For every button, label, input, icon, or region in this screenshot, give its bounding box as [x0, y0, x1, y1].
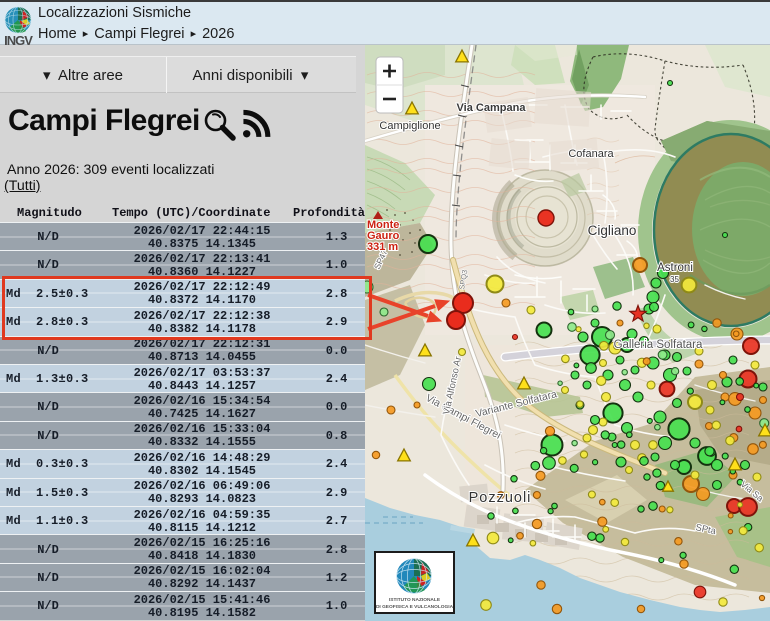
svg-text:Via Campana: Via Campana	[457, 102, 527, 114]
svg-text:DI GEOFISICA E VULCANOLOGIA: DI GEOFISICA E VULCANOLOGIA	[376, 604, 454, 610]
svg-text:Galleria Solfatara: Galleria Solfatara	[614, 339, 703, 351]
svg-text:INGV: INGV	[4, 33, 33, 46]
svg-text:35: 35	[670, 275, 679, 284]
svg-text:Campiglione: Campiglione	[379, 120, 440, 132]
svg-text:ISTITUTO NAZIONALE: ISTITUTO NAZIONALE	[389, 597, 441, 603]
svg-text:Pozzuoli: Pozzuoli	[469, 490, 532, 506]
svg-text:Cofanara: Cofanara	[568, 148, 614, 160]
svg-text:Astroni: Astroni	[657, 262, 693, 274]
svg-text:331 m: 331 m	[367, 241, 398, 253]
svg-text:Cigliano: Cigliano	[588, 223, 637, 238]
